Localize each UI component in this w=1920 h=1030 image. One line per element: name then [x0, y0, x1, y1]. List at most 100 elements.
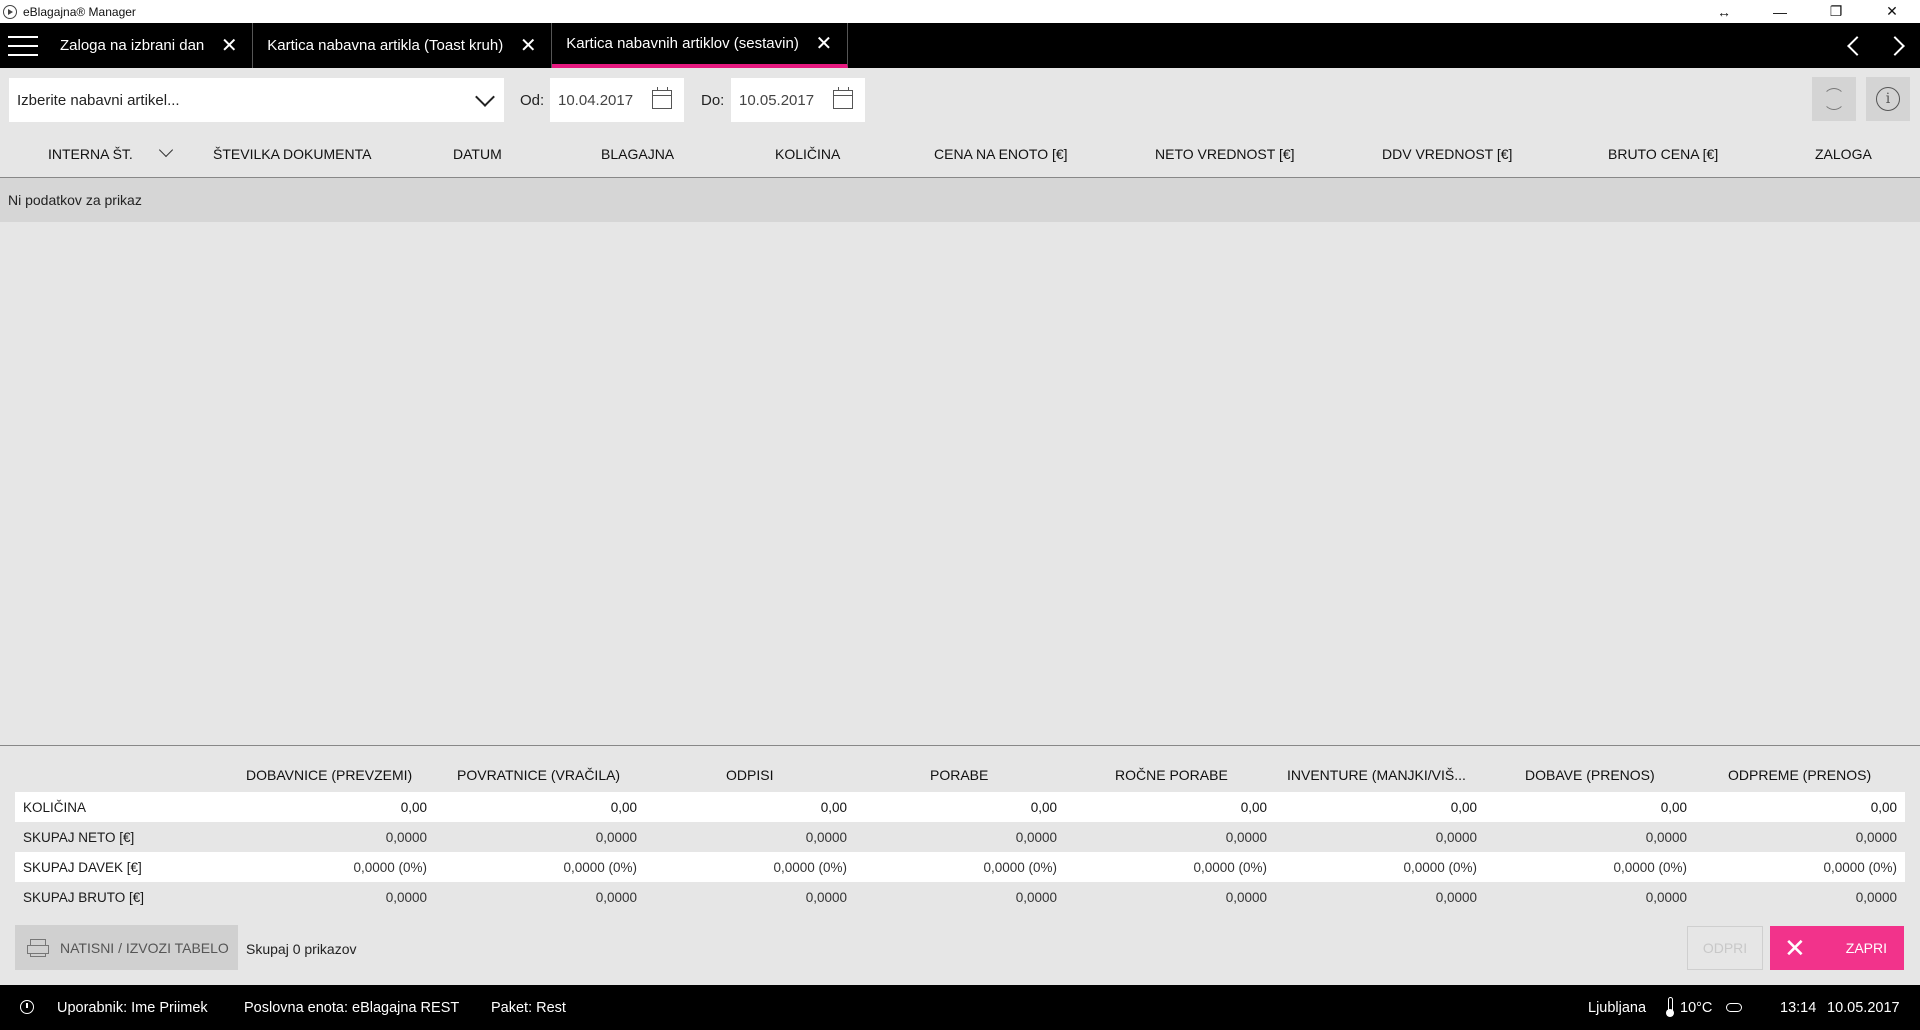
status-temperature: 10°C: [1680, 1000, 1713, 1016]
tab-label: Kartica nabavna artikla (Toast kruh): [267, 37, 504, 54]
close-tab-icon[interactable]: ✕: [815, 31, 833, 56]
summary-row-label: SKUPAJ DAVEK [€]: [23, 860, 142, 875]
summary-value: 0,0000: [1855, 890, 1897, 905]
summary-value: 0,00: [820, 800, 847, 815]
next-tab-button[interactable]: [1876, 23, 1920, 68]
status-user: Uporabnik: Ime Priimek: [57, 1000, 208, 1016]
summary-value: 0,00: [1660, 800, 1687, 815]
summary-value: 0,0000: [1015, 830, 1057, 845]
restore-button[interactable]: ❐: [1808, 0, 1864, 23]
summary-value: 0,0000 (0%): [1613, 860, 1687, 875]
calendar-icon[interactable]: [833, 87, 853, 109]
window-title: eBlagajna® Manager: [23, 4, 136, 19]
to-date-value: 10.05.2017: [739, 91, 815, 109]
summary-value: 0,00: [610, 800, 637, 815]
summary-col-odpreme: ODPREME (PRENOS): [1728, 767, 1872, 783]
summary-row-skupaj-bruto: SKUPAJ BRUTO [€] 0,0000 0,0000 0,0000 0,…: [15, 882, 1905, 912]
refresh-button[interactable]: [1812, 77, 1856, 121]
chevron-right-icon: [1885, 35, 1905, 56]
column-zaloga[interactable]: ZALOGA: [1815, 146, 1872, 162]
window-titlebar: eBlagajna® Manager ↔ — ❐ ✕: [0, 0, 1920, 23]
column-kolicina[interactable]: KOLIČINA: [775, 146, 840, 162]
tab-label: Zaloga na izbrani dan: [60, 37, 205, 54]
summary-row-label: KOLIČINA: [23, 800, 87, 815]
column-interna-st[interactable]: INTERNA ŠT.: [48, 146, 133, 162]
summary-value: 0,00: [1870, 800, 1897, 815]
calendar-icon[interactable]: [652, 87, 672, 109]
summary-col-odpisi: ODPISI: [726, 767, 774, 783]
column-stevilka-dokumenta[interactable]: ŠTEVILKA DOKUMENTA: [213, 146, 371, 162]
empty-table-message: Ni podatkov za prikaz: [0, 178, 1920, 222]
summary-value: 0,0000: [1015, 890, 1057, 905]
close-icon: ✕: [1784, 932, 1806, 963]
status-time: 13:14: [1780, 1000, 1817, 1016]
tab-kartica-artiklov[interactable]: Kartica nabavnih artiklov (sestavin) ✕: [552, 23, 848, 68]
minimize-button[interactable]: —: [1752, 0, 1808, 23]
summary-value: 0,00: [400, 800, 427, 815]
summary-value: 0,0000: [1645, 890, 1687, 905]
resize-icon[interactable]: ↔: [1696, 0, 1752, 23]
summary-value: 0,00: [1450, 800, 1477, 815]
status-package: Paket: Rest: [491, 1000, 566, 1016]
tab-bar: Zaloga na izbrani dan ✕ Kartica nabavna …: [0, 23, 1920, 68]
summary-col-porabe: PORABE: [930, 767, 989, 783]
summary-value: 0,00: [1030, 800, 1057, 815]
sort-chevron-icon[interactable]: [158, 142, 174, 158]
status-bar: Uporabnik: Ime Priimek Poslovna enota: e…: [0, 985, 1920, 1030]
printer-icon: [27, 938, 49, 957]
summary-value: 0,0000: [385, 830, 427, 845]
empty-table-text: Ni podatkov za prikaz: [8, 192, 142, 208]
close-tab-icon[interactable]: ✕: [220, 33, 238, 58]
tab-navigation: [1832, 23, 1920, 68]
tab-label: Kartica nabavnih artiklov (sestavin): [566, 35, 799, 52]
summary-col-inventure: INVENTURE (MANJKI/VIŠ...: [1287, 767, 1466, 783]
summary-value: 0,0000 (0%): [773, 860, 847, 875]
status-business-unit: Poslovna enota: eBlagajna REST: [244, 1000, 460, 1016]
from-date-input[interactable]: 10.04.2017: [550, 78, 684, 122]
column-cena-na-enoto[interactable]: CENA NA ENOTO [€]: [934, 146, 1068, 162]
record-count: Skupaj 0 prikazov: [246, 941, 357, 957]
column-bruto-cena[interactable]: BRUTO CENA [€]: [1608, 146, 1718, 162]
refresh-icon: [1823, 88, 1845, 110]
summary-value: 0,0000 (0%): [563, 860, 637, 875]
summary-value: 0,0000: [1435, 830, 1477, 845]
summary-value: 0,0000: [1435, 890, 1477, 905]
summary-value: 0,0000 (0%): [1193, 860, 1267, 875]
thermometer-icon: [1666, 997, 1674, 1017]
power-icon[interactable]: [20, 1000, 34, 1014]
from-date-value: 10.04.2017: [558, 91, 634, 109]
column-ddv-vrednost[interactable]: DDV VREDNOST [€]: [1382, 146, 1512, 162]
summary-value: 0,0000: [1645, 830, 1687, 845]
column-blagajna[interactable]: BLAGAJNA: [601, 146, 674, 162]
info-icon: i: [1876, 87, 1900, 111]
app-logo-icon: [3, 4, 17, 19]
summary-row-skupaj-davek: SKUPAJ DAVEK [€] 0,0000 (0%) 0,0000 (0%)…: [15, 852, 1905, 882]
summary-col-dobavnice: DOBAVNICE (PREVZEMI): [246, 767, 413, 783]
window-controls: ↔ — ❐ ✕: [1696, 0, 1920, 23]
article-select[interactable]: Izberite nabavni artikel...: [9, 78, 504, 122]
cloud-icon: [1726, 1003, 1742, 1012]
summary-value: 0,0000: [805, 890, 847, 905]
to-date-label: Do:: [701, 92, 725, 109]
open-button[interactable]: ODPRI: [1687, 926, 1763, 970]
print-export-button[interactable]: NATISNI / IZVOZI TABELO: [15, 925, 238, 970]
status-date: 10.05.2017: [1827, 1000, 1900, 1016]
column-neto-vrednost[interactable]: NETO VREDNOST [€]: [1155, 146, 1295, 162]
close-tab-icon[interactable]: ✕: [519, 33, 537, 58]
open-button-label: ODPRI: [1702, 940, 1748, 956]
to-date-input[interactable]: 10.05.2017: [731, 78, 865, 122]
tab-zaloga[interactable]: Zaloga na izbrani dan ✕: [46, 23, 254, 68]
close-button[interactable]: ✕ ZAPRI: [1770, 926, 1904, 970]
summary-row-label: SKUPAJ BRUTO [€]: [23, 890, 145, 905]
table-header: INTERNA ŠT. ŠTEVILKA DOKUMENTA DATUM BLA…: [0, 130, 1920, 178]
column-datum[interactable]: DATUM: [453, 146, 502, 162]
summary-value: 0,0000: [1225, 830, 1267, 845]
info-button[interactable]: i: [1866, 77, 1910, 121]
previous-tab-button[interactable]: [1832, 23, 1876, 68]
menu-icon[interactable]: [0, 23, 46, 68]
summary-value: 0,0000: [1855, 830, 1897, 845]
tab-kartica-artikla[interactable]: Kartica nabavna artikla (Toast kruh) ✕: [253, 23, 553, 68]
close-window-button[interactable]: ✕: [1864, 0, 1920, 23]
summary-row-label: SKUPAJ NETO [€]: [23, 830, 135, 845]
summary-col-dobave: DOBAVE (PRENOS): [1525, 767, 1655, 783]
